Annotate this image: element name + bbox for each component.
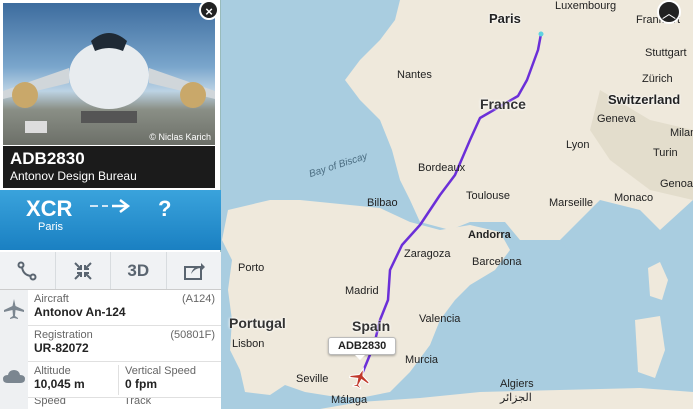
track-label: Track: [124, 398, 152, 407]
country-label-portugal: Portugal: [229, 315, 286, 331]
city-label-paris: Paris: [489, 11, 521, 26]
speed-cell: Speed: [34, 398, 66, 407]
city-label-zaragoza: Zaragoza: [404, 248, 451, 260]
city-label-bordeaux: Bordeaux: [418, 162, 466, 174]
route-icon: [17, 261, 37, 280]
city-label-algiers: Algiers: [500, 378, 534, 390]
city-label-turin: Turin: [653, 147, 678, 159]
altitude-value: 10,045 m: [34, 377, 85, 391]
follow-aircraft-button[interactable]: [56, 252, 111, 289]
collapse-map-controls-button[interactable]: ︿: [657, 0, 681, 24]
aircraft-value[interactable]: Antonov An-124: [34, 305, 215, 319]
registration-row: Registration UR-82072 (50801F): [28, 326, 221, 362]
city-label-murcia: Murcia: [405, 354, 439, 366]
city-label-toulouse: Toulouse: [466, 190, 511, 202]
share-button[interactable]: [167, 252, 222, 289]
close-icon: ×: [205, 4, 213, 19]
city-label-nantes: Nantes: [397, 69, 432, 81]
flight-header: ADB2830 Antonov Design Bureau: [3, 146, 215, 188]
close-button[interactable]: ×: [199, 0, 219, 20]
city-label-malaga: Málaga: [331, 394, 368, 406]
destination-airport-code: ?: [158, 196, 172, 221]
focus-arrows-icon: [74, 261, 92, 280]
aircraft-type-code: (A124): [181, 293, 215, 305]
aircraft-row: Aircraft Antonov An-124 (A124): [28, 290, 221, 326]
city-label-monaco: Monaco: [614, 192, 654, 204]
city-label-genoa: Genoa: [660, 178, 693, 190]
city-label-porto: Porto: [238, 262, 265, 274]
city-label-barcelona: Barcelona: [472, 256, 522, 268]
country-label-spain: Spain: [352, 318, 391, 334]
route-summary: XCR Paris ?: [0, 190, 221, 250]
track-cell: Track: [118, 398, 151, 407]
vertical-speed-cell: Vertical Speed 0 fpm: [118, 365, 196, 395]
city-label-lisbon: Lisbon: [232, 338, 265, 350]
share-icon: [183, 262, 205, 280]
flight-info-panel: © Niclas Karich × ADB2830 Antonov Design…: [0, 0, 221, 409]
altitude-label: Altitude: [34, 365, 71, 377]
airplane-icon: [4, 299, 24, 319]
arrow-right-icon: [90, 199, 131, 213]
weather-section-sidebar: [0, 362, 28, 409]
altitude-cell: Altitude 10,045 m: [34, 365, 85, 391]
vertical-speed-value: 0 fpm: [125, 377, 158, 391]
panel-toolbar: 3D: [0, 252, 221, 290]
mode-s-code: (50801F): [170, 329, 215, 341]
origin-airport-code[interactable]: XCR: [26, 196, 72, 222]
city-label-luxembourg: Luxembourg: [555, 0, 617, 12]
cloud-icon: [3, 370, 25, 383]
city-label-seville: Seville: [296, 373, 329, 385]
speed-label: Speed: [34, 398, 66, 407]
route-start-point: [538, 31, 544, 37]
map-flight-label[interactable]: ADB2830: [328, 337, 397, 360]
city-label-bilbao: Bilbao: [367, 197, 398, 209]
city-label-zurich: Zürich: [642, 73, 673, 85]
route-button[interactable]: [0, 252, 56, 289]
3d-view-button[interactable]: 3D: [111, 252, 167, 289]
city-label-valencia: Valencia: [419, 313, 461, 325]
flight-callsign: ADB2830: [10, 149, 85, 168]
registration-value[interactable]: UR-82072: [34, 341, 215, 355]
altitude-row: Altitude 10,045 m Vertical Speed 0 fpm: [28, 362, 221, 398]
speed-row: Speed Track: [28, 398, 221, 409]
city-label-andorra: Andorra: [468, 229, 511, 241]
aircraft-photo-image: [3, 33, 215, 133]
country-label-france: France: [480, 96, 526, 112]
city-label-marseille: Marseille: [549, 197, 594, 209]
chevron-up-icon: ︿: [662, 5, 676, 21]
photo-credit: © Niclas Karich: [149, 132, 211, 142]
country-label-switzerland: Switzerland: [608, 92, 681, 107]
city-label-algiers-arabic: الجزائر: [500, 392, 532, 404]
city-label-stuttgart: Stuttgart: [645, 47, 687, 59]
flight-details: Aircraft Antonov An-124 (A124) Registrat…: [0, 290, 221, 409]
city-label-madrid: Madrid: [345, 285, 379, 297]
aircraft-section-sidebar: [0, 290, 28, 362]
aircraft-photo[interactable]: © Niclas Karich: [3, 3, 215, 145]
city-label-milan: Milan: [670, 127, 693, 139]
city-label-geneva: Geneva: [597, 113, 636, 125]
flight-operator: Antonov Design Bureau: [10, 169, 137, 183]
vertical-speed-label: Vertical Speed: [125, 365, 196, 377]
city-label-lyon: Lyon: [566, 139, 590, 151]
origin-city: Paris: [38, 221, 64, 233]
